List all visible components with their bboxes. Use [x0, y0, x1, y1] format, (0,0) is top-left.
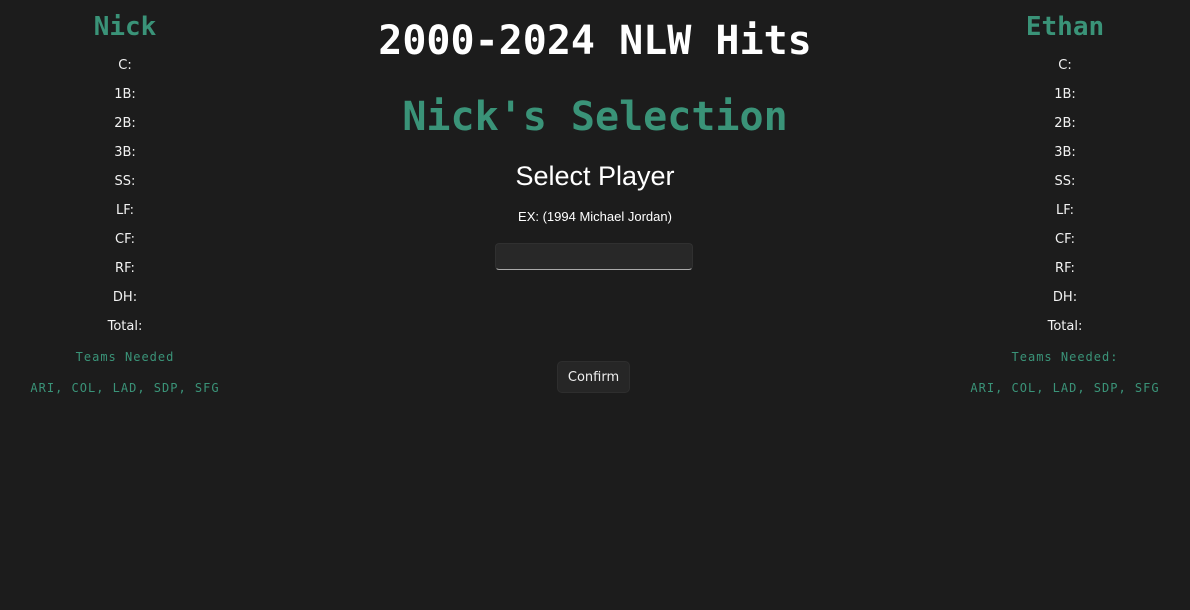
teams-needed-label: Teams Needed: [75, 350, 175, 364]
position-slot: CF:: [115, 232, 135, 247]
position-slot: Total:: [107, 319, 143, 334]
position-slot: RF:: [1055, 261, 1075, 276]
position-slot: 3B:: [114, 145, 136, 160]
teams-needed-list: ARI, COL, LAD, SDP, SFG: [970, 381, 1160, 395]
teams-needed-list: ARI, COL, LAD, SDP, SFG: [30, 381, 220, 395]
example-hint: EX: (1994 Michael Jordan): [518, 209, 672, 224]
position-slot: 3B:: [1054, 145, 1076, 160]
confirm-button[interactable]: Confirm: [557, 361, 630, 393]
player-input[interactable]: [495, 243, 693, 270]
teams-needed-label: Teams Needed:: [1011, 350, 1119, 364]
selection-heading: Nick's Selection: [402, 94, 788, 140]
position-slot: DH:: [112, 290, 138, 305]
position-slot: Total:: [1047, 319, 1083, 334]
position-slot: RF:: [115, 261, 135, 276]
page-title: 2000-2024 NLW Hits: [378, 18, 812, 64]
select-player-label: Select Player: [515, 161, 675, 191]
position-slot: CF:: [1055, 232, 1075, 247]
position-slot: DH:: [1052, 290, 1078, 305]
